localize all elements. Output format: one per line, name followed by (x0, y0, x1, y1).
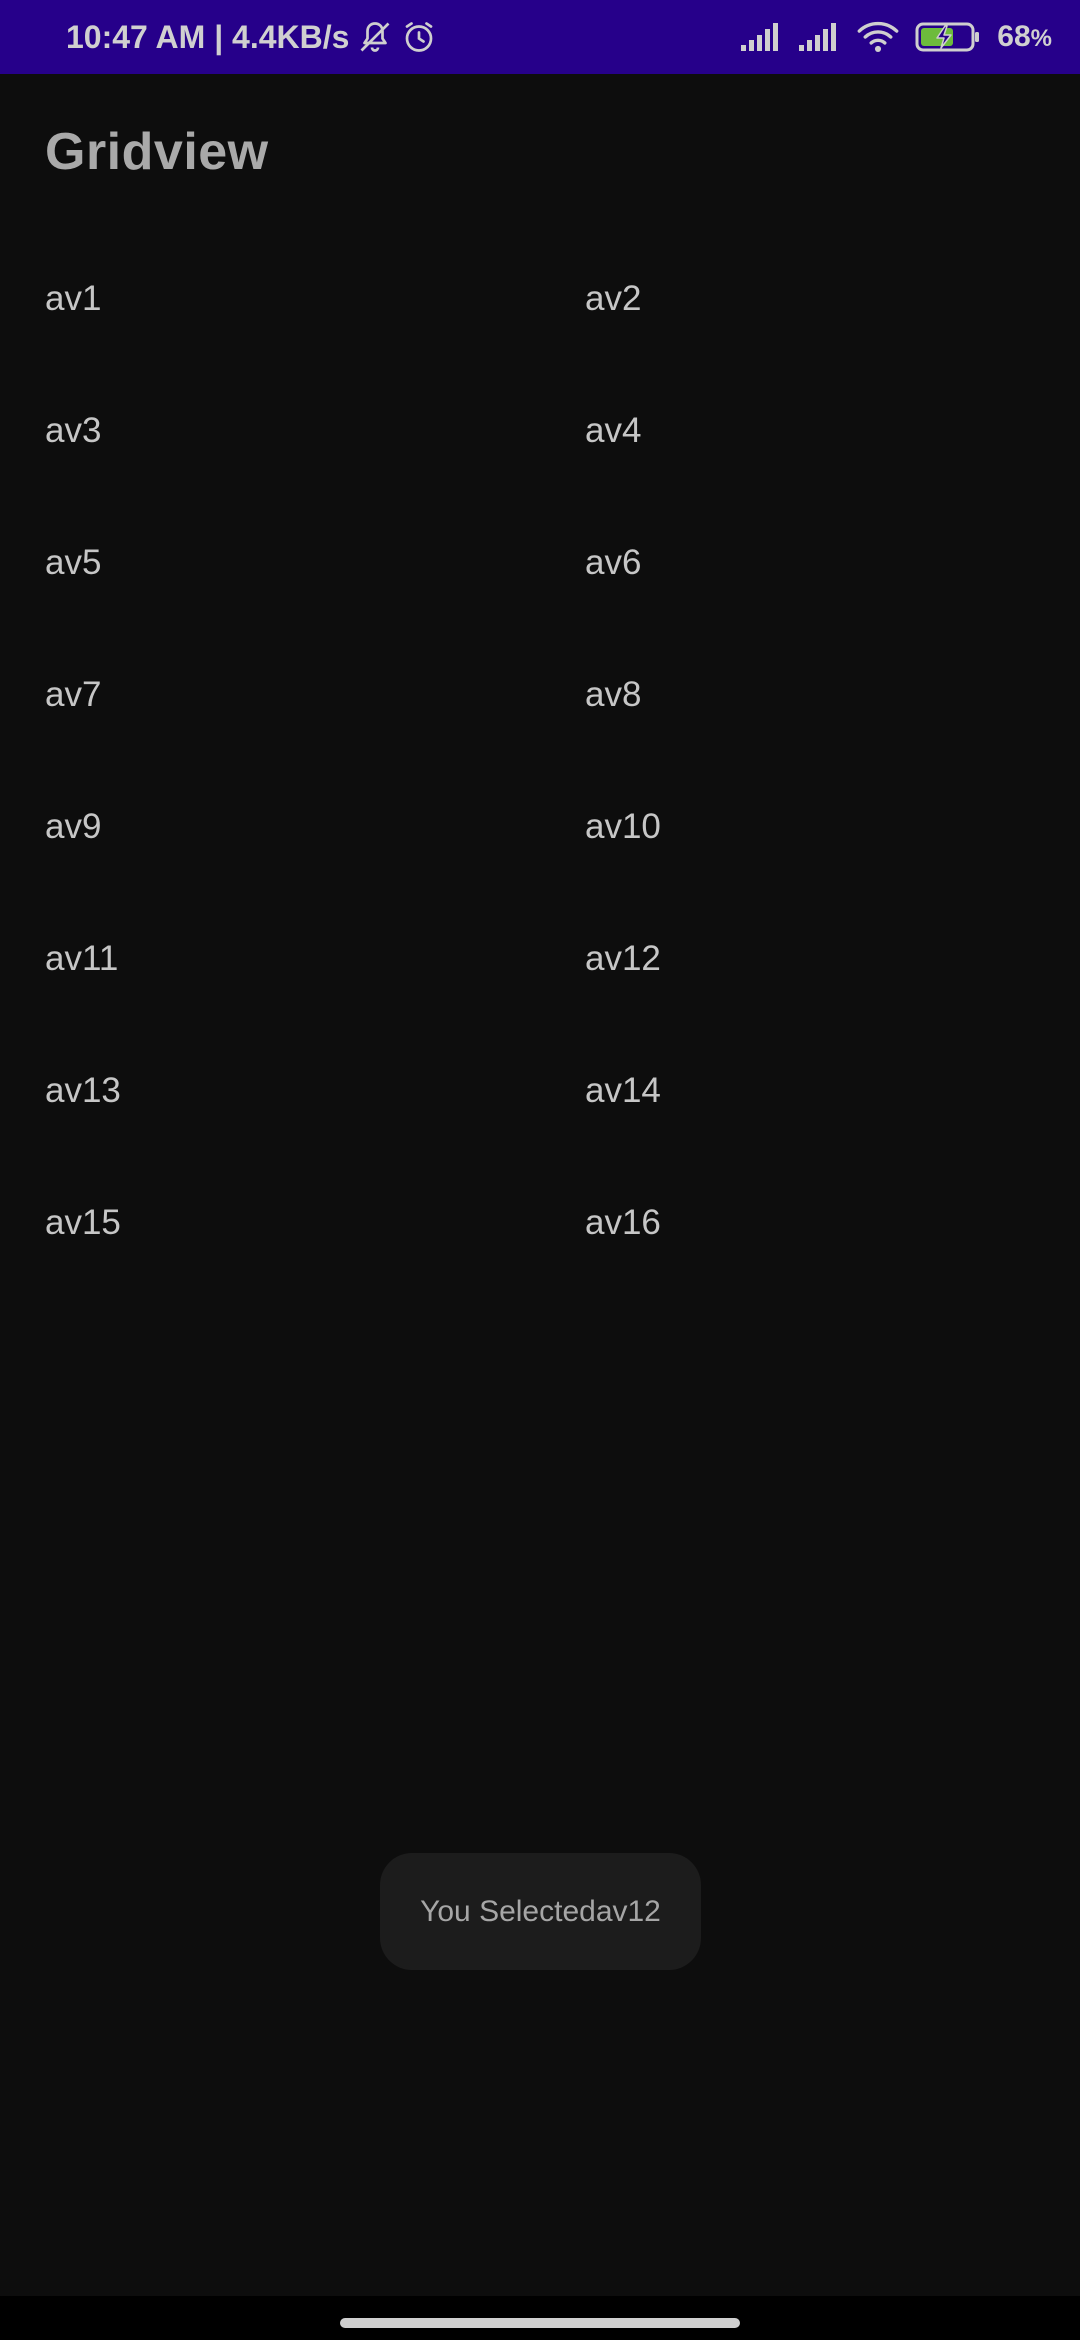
grid-item-av12[interactable]: av12 (540, 893, 1080, 1025)
battery-percentage: 68% (997, 20, 1052, 53)
signal-icon (741, 21, 783, 53)
grid-item-av11[interactable]: av11 (0, 893, 540, 1025)
grid-item-av6[interactable]: av6 (540, 497, 1080, 629)
wifi-icon (857, 20, 899, 54)
grid-item-av5[interactable]: av5 (0, 497, 540, 629)
toast-message: You Selectedav12 (380, 1853, 701, 1970)
grid-item-av15[interactable]: av15 (0, 1157, 540, 1289)
notifications-off-icon (357, 19, 393, 55)
page-title: Gridview (45, 123, 269, 181)
grid-item-av2[interactable]: av2 (540, 233, 1080, 365)
screen: 10:47 AM | 4.4KB/s 68% Gridview av1 av2 … (0, 0, 1080, 2340)
grid-item-av4[interactable]: av4 (540, 365, 1080, 497)
grid-item-av16[interactable]: av16 (540, 1157, 1080, 1289)
grid-item-av14[interactable]: av14 (540, 1025, 1080, 1157)
home-indicator[interactable] (340, 2318, 740, 2328)
status-bar: 10:47 AM | 4.4KB/s 68% (0, 0, 1080, 74)
grid-item-av10[interactable]: av10 (540, 761, 1080, 893)
grid-item-av13[interactable]: av13 (0, 1025, 540, 1157)
grid-view: av1 av2 av3 av4 av5 av6 av7 av8 av9 av10… (0, 233, 1080, 1289)
grid-item-av1[interactable]: av1 (0, 233, 540, 365)
status-time-speed: 10:47 AM | 4.4KB/s (66, 18, 350, 55)
grid-item-av9[interactable]: av9 (0, 761, 540, 893)
status-left: 10:47 AM | 4.4KB/s (66, 0, 437, 74)
alarm-icon (401, 19, 437, 55)
grid-item-av3[interactable]: av3 (0, 365, 540, 497)
grid-item-av7[interactable]: av7 (0, 629, 540, 761)
grid-item-av8[interactable]: av8 (540, 629, 1080, 761)
battery-charging-icon (915, 21, 981, 53)
status-right: 68% (741, 0, 1052, 74)
signal-icon (799, 21, 841, 53)
